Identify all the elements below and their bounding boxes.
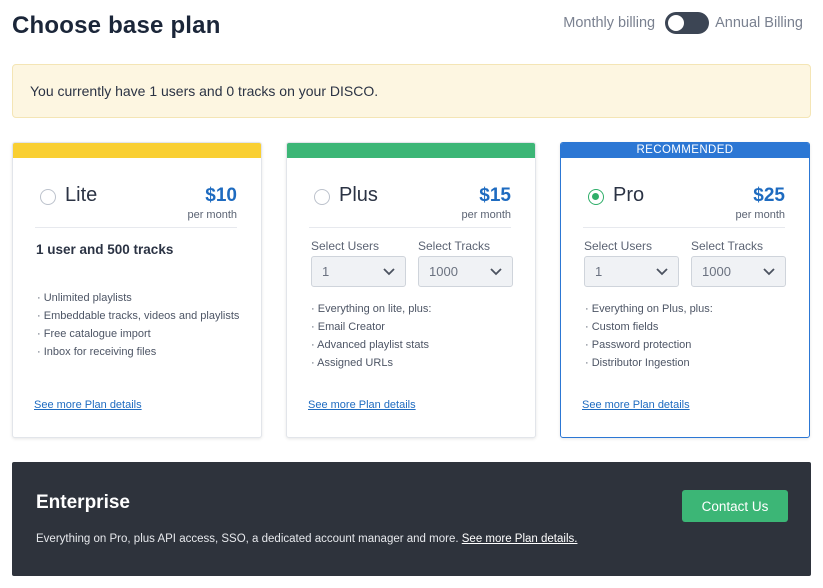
recommended-badge: RECOMMENDED bbox=[561, 143, 809, 158]
select-users-label: Select Users bbox=[311, 239, 380, 253]
account-notice: You currently have 1 users and 0 tracks … bbox=[12, 64, 811, 118]
plan-details-link[interactable]: See more Plan details bbox=[34, 399, 142, 411]
feature-item: Inbox for receiving files bbox=[37, 343, 239, 361]
plan-band-lite bbox=[13, 143, 261, 158]
radio-icon[interactable] bbox=[588, 189, 604, 205]
select-tracks[interactable]: 1000 bbox=[691, 256, 786, 287]
feature-list: Everything on lite, plus: Email Creator … bbox=[311, 300, 431, 372]
enterprise-description-text: Everything on Pro, plus API access, SSO,… bbox=[36, 533, 459, 545]
plan-price: $15 bbox=[479, 185, 511, 206]
feature-item: Distributor Ingestion bbox=[585, 354, 713, 372]
plan-price: $10 bbox=[205, 185, 237, 206]
radio-icon[interactable] bbox=[40, 189, 56, 205]
enterprise-description: Everything on Pro, plus API access, SSO,… bbox=[36, 533, 577, 545]
chevron-down-icon bbox=[763, 268, 775, 276]
feature-item: Everything on lite, plus: bbox=[311, 300, 432, 318]
plan-headline: 1 user and 500 tracks bbox=[36, 242, 174, 257]
divider bbox=[35, 227, 237, 228]
select-tracks-value: 1000 bbox=[429, 264, 458, 279]
enterprise-panel: Enterprise Everything on Pro, plus API a… bbox=[12, 462, 811, 576]
plan-band-plus bbox=[287, 143, 535, 158]
page-title: Choose base plan bbox=[12, 12, 221, 39]
enterprise-details-link[interactable]: See more Plan details. bbox=[462, 533, 578, 545]
select-users-label: Select Users bbox=[584, 239, 653, 253]
select-users[interactable]: 1 bbox=[584, 256, 679, 287]
plan-card-plus[interactable]: Plus $15 per month Select Users 1 Select… bbox=[286, 142, 536, 438]
divider bbox=[583, 227, 785, 228]
plan-card-pro[interactable]: RECOMMENDED Pro $25 per month Select Use… bbox=[560, 142, 810, 438]
chevron-down-icon bbox=[383, 268, 395, 276]
plan-card-lite[interactable]: Lite $10 per month 1 user and 500 tracks… bbox=[12, 142, 262, 438]
feature-item: Password protection bbox=[585, 336, 713, 354]
select-users[interactable]: 1 bbox=[311, 256, 406, 287]
feature-item: Custom fields bbox=[585, 318, 713, 336]
select-users-value: 1 bbox=[595, 264, 603, 279]
enterprise-title: Enterprise bbox=[36, 492, 130, 513]
radio-icon[interactable] bbox=[314, 189, 330, 205]
plan-name: Plus bbox=[339, 184, 378, 206]
plan-price-period: per month bbox=[735, 209, 785, 221]
plan-name: Lite bbox=[65, 184, 98, 206]
notice-text: You currently have 1 users and 0 tracks … bbox=[30, 83, 379, 99]
chevron-down-icon bbox=[490, 268, 502, 276]
divider bbox=[309, 227, 511, 228]
chevron-down-icon bbox=[656, 268, 668, 276]
billing-toggle[interactable] bbox=[665, 12, 710, 34]
plan-details-link[interactable]: See more Plan details bbox=[582, 399, 690, 411]
feature-item: Everything on Plus, plus: bbox=[585, 300, 713, 318]
select-tracks-value: 1000 bbox=[702, 264, 731, 279]
toggle-knob bbox=[668, 15, 685, 31]
select-tracks-label: Select Tracks bbox=[691, 239, 764, 253]
feature-item: Advanced playlist stats bbox=[311, 336, 431, 354]
plan-body-pro: Pro $25 per month Select Users 1 Select … bbox=[561, 158, 809, 437]
billing-annual-label[interactable]: Annual Billing bbox=[715, 15, 803, 31]
feature-item: Email Creator bbox=[311, 318, 431, 336]
plan-body-lite: Lite $10 per month 1 user and 500 tracks… bbox=[13, 158, 261, 437]
plan-price-period: per month bbox=[461, 209, 511, 221]
plan-price-period: per month bbox=[187, 209, 237, 221]
plan-price: $25 bbox=[753, 185, 785, 206]
plan-details-link[interactable]: See more Plan details bbox=[308, 399, 416, 411]
select-tracks-label: Select Tracks bbox=[418, 239, 491, 253]
plan-name: Pro bbox=[613, 184, 645, 206]
billing-monthly-label[interactable]: Monthly billing bbox=[563, 15, 655, 31]
feature-item: Embeddable tracks, videos and playlists bbox=[37, 307, 240, 325]
plan-body-plus: Plus $15 per month Select Users 1 Select… bbox=[287, 158, 535, 437]
feature-list: Everything on Plus, plus: Custom fields … bbox=[585, 300, 713, 372]
feature-item: Unlimited playlists bbox=[37, 289, 239, 307]
feature-item: Free catalogue import bbox=[37, 325, 239, 343]
contact-us-button[interactable]: Contact Us bbox=[682, 490, 788, 522]
billing-toggle-group: Monthly billing Annual Billing bbox=[563, 12, 803, 34]
feature-list: Unlimited playlists Embeddable tracks, v… bbox=[37, 289, 240, 361]
feature-item: Assigned URLs bbox=[311, 354, 431, 372]
select-users-value: 1 bbox=[322, 264, 330, 279]
select-tracks[interactable]: 1000 bbox=[418, 256, 513, 287]
